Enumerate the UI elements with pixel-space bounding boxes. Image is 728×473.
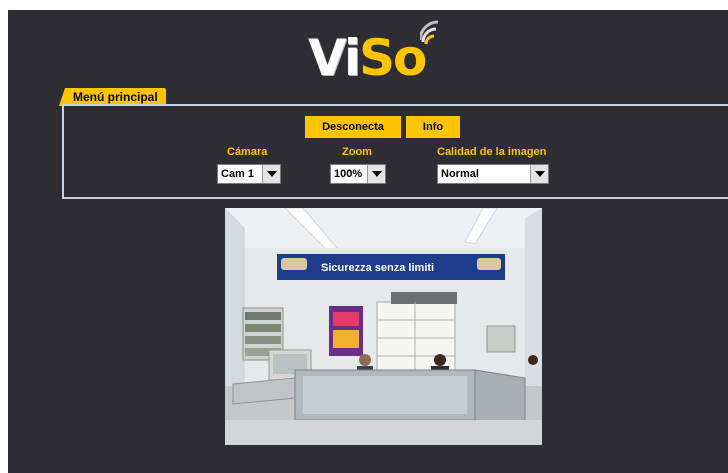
app-window: ViSo Menú principal Desconecta Info Cáma…: [8, 10, 728, 473]
camera-select-value: Cam 1: [221, 168, 255, 180]
camera-video-feed: Sicurezza senza limiti: [225, 208, 542, 445]
control-panel: Desconecta Info Cámara Cam 1 Zoom 100% C…: [62, 104, 728, 199]
quality-select[interactable]: Normal: [437, 164, 549, 184]
disconnect-button[interactable]: Desconecta: [305, 116, 401, 138]
chevron-down-icon[interactable]: [530, 165, 548, 183]
logo-text: ViSo: [308, 29, 427, 87]
chevron-down-icon[interactable]: [262, 165, 280, 183]
zoom-label: Zoom: [342, 146, 372, 158]
info-button[interactable]: Info: [406, 116, 460, 138]
viso-logo: ViSo: [308, 16, 468, 86]
camera-label: Cámara: [227, 146, 268, 158]
quality-label: Calidad de la imagen: [437, 146, 547, 158]
quality-select-value: Normal: [441, 168, 479, 180]
camera-select[interactable]: Cam 1: [217, 164, 281, 184]
banner-text: Sicurezza senza limiti: [321, 262, 434, 274]
zoom-select-value: 100%: [334, 168, 363, 180]
chevron-down-icon[interactable]: [367, 165, 385, 183]
wireless-waves-icon: [420, 20, 439, 45]
zoom-select[interactable]: 100%: [330, 164, 386, 184]
camera-image: Sicurezza senza limiti: [225, 208, 542, 445]
